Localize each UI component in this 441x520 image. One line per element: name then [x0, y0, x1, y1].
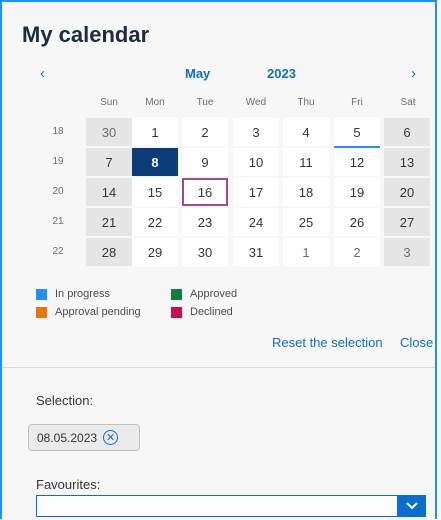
week-number: 18 — [52, 126, 64, 137]
day-cell[interactable]: 2 — [334, 238, 380, 266]
legend-in-progress: In progress — [36, 288, 110, 300]
previous-month-button[interactable]: ‹ — [40, 65, 45, 82]
day-cell[interactable]: 1 — [283, 238, 329, 266]
selection-token-text: 08.05.2023 — [37, 430, 98, 445]
day-cell[interactable]: 29 — [132, 238, 178, 266]
approval-pending-swatch — [36, 306, 47, 318]
close-button[interactable]: Close — [400, 335, 433, 350]
day-cell[interactable]: 2 — [182, 118, 228, 146]
day-cell[interactable]: 17 — [233, 178, 279, 206]
chevron-down-icon[interactable] — [397, 495, 426, 517]
day-cell[interactable]: 11 — [283, 148, 329, 176]
day-cell[interactable]: 23 — [182, 208, 228, 236]
day-cell[interactable]: 25 — [283, 208, 329, 236]
day-cell[interactable]: 7 — [86, 148, 132, 176]
legend-label: Approved — [190, 288, 238, 300]
week-number: 22 — [52, 246, 64, 257]
day-cell[interactable]: 22 — [132, 208, 178, 236]
selection-token: 08.05.2023 ✕ — [28, 424, 140, 451]
next-month-button[interactable]: › — [411, 65, 416, 82]
week-number: 20 — [52, 186, 64, 197]
day-cell[interactable]: 30 — [86, 118, 132, 146]
day-cell-selected[interactable]: 8 — [132, 148, 178, 176]
favourites-label: Favourites: — [36, 477, 101, 492]
section-divider — [22, 367, 422, 368]
day-cell[interactable]: 30 — [182, 238, 228, 266]
legend-label: Approval pending — [55, 306, 141, 318]
legend-label: In progress — [55, 288, 111, 300]
day-cell[interactable]: 6 — [384, 118, 430, 146]
day-cell[interactable]: 15 — [132, 178, 178, 206]
day-cell[interactable]: 3 — [384, 238, 430, 266]
legend-approved: Approved — [171, 288, 237, 300]
day-cell-today[interactable]: 16 — [182, 178, 228, 206]
approved-swatch — [171, 288, 182, 300]
weekday-header-mon: Mon — [145, 97, 165, 108]
legend-label: Declined — [190, 306, 233, 318]
day-cell[interactable]: 31 — [233, 238, 279, 266]
weekday-header-fri: Fri — [351, 97, 363, 108]
weekday-header-tue: Tue — [196, 97, 214, 108]
day-cell[interactable]: 3 — [233, 118, 279, 146]
weekday-header-sun: Sun — [100, 97, 118, 108]
favourites-combobox[interactable] — [36, 495, 426, 517]
declined-swatch — [171, 306, 182, 318]
day-cell[interactable]: 24 — [233, 208, 279, 236]
year-button[interactable]: 2023 — [267, 66, 296, 81]
day-cell[interactable]: 12 — [334, 148, 380, 176]
day-cell[interactable]: 10 — [233, 148, 279, 176]
legend-approval-pending: Approval pending — [36, 306, 141, 318]
day-cell[interactable]: 28 — [86, 238, 132, 266]
day-cell[interactable]: 13 — [384, 148, 430, 176]
reset-selection-button[interactable]: Reset the selection — [272, 335, 383, 350]
in-progress-swatch — [36, 288, 47, 300]
day-cell[interactable]: 21 — [86, 208, 132, 236]
week-number: 19 — [52, 156, 64, 167]
weekday-header-wed: Wed — [245, 97, 267, 108]
day-cell[interactable]: 27 — [384, 208, 430, 236]
weekday-header-thu: Thu — [297, 97, 315, 108]
day-cell[interactable]: 1 — [132, 118, 178, 146]
month-button[interactable]: May — [185, 66, 210, 81]
day-cell[interactable]: 26 — [334, 208, 380, 236]
selection-label: Selection: — [36, 393, 94, 408]
week-number: 21 — [52, 216, 64, 227]
day-cell[interactable]: 5 — [334, 118, 380, 149]
day-cell[interactable]: 20 — [384, 178, 430, 206]
dialog-title: My calendar — [22, 22, 150, 47]
day-cell[interactable]: 4 — [283, 118, 329, 146]
day-cell[interactable]: 19 — [334, 178, 380, 206]
weekday-header-sat: Sat — [400, 97, 416, 108]
legend-declined: Declined — [171, 306, 233, 318]
remove-token-icon[interactable]: ✕ — [103, 430, 119, 445]
day-cell[interactable]: 18 — [283, 178, 329, 206]
day-cell[interactable]: 9 — [182, 148, 228, 176]
day-cell[interactable]: 14 — [86, 178, 132, 206]
